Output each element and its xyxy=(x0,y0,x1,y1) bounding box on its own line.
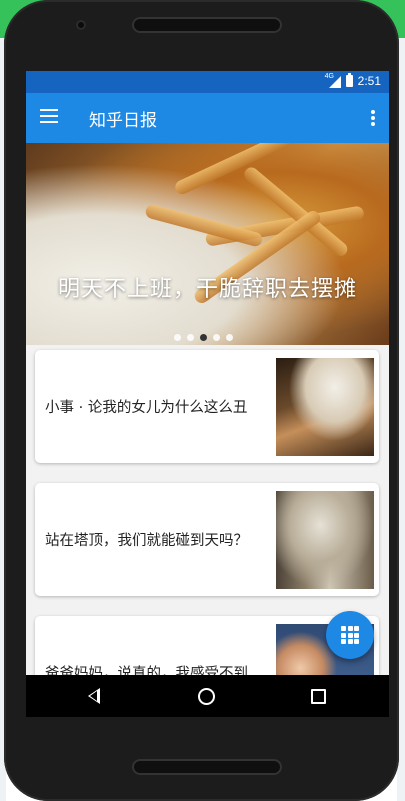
more-options-icon[interactable] xyxy=(371,110,375,126)
phone-screen: 4G 2:51 知乎日报 明天不上班，干脆辞职去摆摊 小事 · 论我的女儿为什么… xyxy=(26,71,389,717)
top-speaker-grille xyxy=(132,17,282,33)
status-time: 2:51 xyxy=(357,74,381,88)
page-dot[interactable] xyxy=(174,334,181,341)
story-title: 小事 · 论我的女儿为什么这么丑 xyxy=(45,400,248,416)
menu-icon[interactable] xyxy=(40,109,58,123)
bottom-speaker-grille xyxy=(132,759,282,775)
page-dot[interactable] xyxy=(226,334,233,341)
app-title: 知乎日报 xyxy=(89,111,157,131)
banner-title: 明天不上班，干脆辞职去摆摊 xyxy=(57,277,357,302)
page-dot[interactable] xyxy=(213,334,220,341)
home-icon[interactable] xyxy=(198,688,215,705)
recent-apps-icon[interactable] xyxy=(311,689,326,704)
battery-icon xyxy=(345,73,353,87)
status-bar: 4G 2:51 xyxy=(26,71,389,93)
story-card[interactable]: 小事 · 论我的女儿为什么这么丑 xyxy=(35,350,379,463)
back-icon[interactable] xyxy=(88,688,100,704)
top-story-banner[interactable]: 明天不上班，干脆辞职去摆摊 xyxy=(26,143,389,345)
page-dot-active[interactable] xyxy=(200,334,207,341)
phone-device-frame: 4G 2:51 知乎日报 明天不上班，干脆辞职去摆摊 小事 · 论我的女儿为什么… xyxy=(4,0,399,801)
story-thumbnail xyxy=(276,491,374,589)
grid-apps-icon xyxy=(341,626,359,644)
app-toolbar: 知乎日报 xyxy=(26,93,389,143)
page-dot[interactable] xyxy=(187,334,194,341)
banner-page-indicator xyxy=(174,334,233,341)
floating-action-button[interactable] xyxy=(326,611,374,659)
story-card[interactable]: 站在塔顶，我们就能碰到天吗？ xyxy=(35,483,379,596)
story-title: 站在塔顶，我们就能碰到天吗？ xyxy=(45,533,248,549)
story-thumbnail xyxy=(276,358,374,456)
system-navigation-bar xyxy=(26,675,389,717)
cellular-signal-icon: 4G xyxy=(325,73,341,88)
front-camera-icon xyxy=(76,20,86,30)
